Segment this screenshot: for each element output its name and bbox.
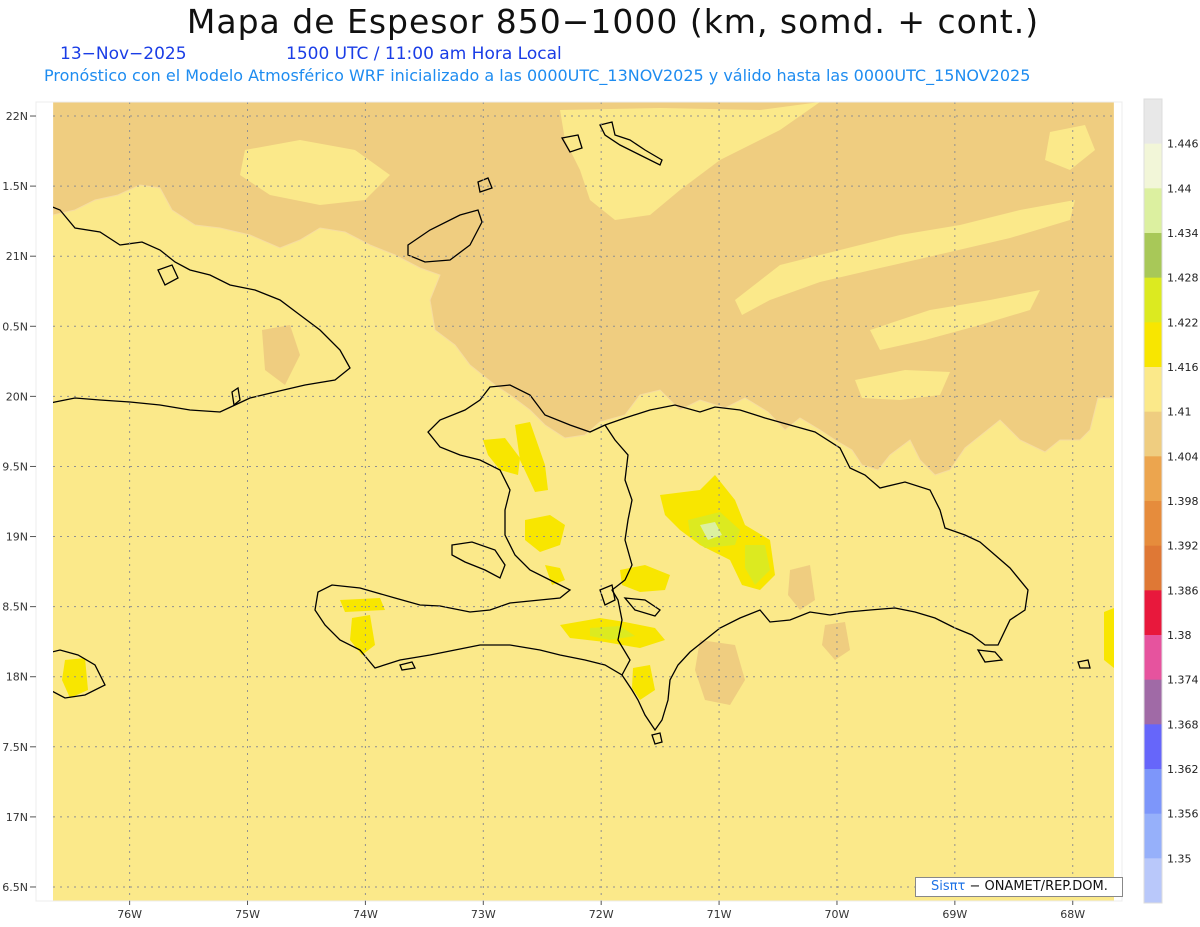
colorbar-label-6: 1.41 — [1167, 406, 1192, 419]
colorbar-swatch-2 — [1144, 188, 1162, 234]
y-tick-label-4: 20N — [6, 390, 28, 403]
y-tick-label-8: 18N — [6, 671, 28, 684]
y-tick-label-7: 8.5N — [2, 601, 28, 614]
y-axis: 22N 1.5N 21N 0.5N 20N 9.5N 19N 8.5N 18N 7.5N 17N 6.… — [2, 110, 36, 894]
thickness-map: 76W 75W 74W 73W 72W 71W 70W 69W 68W 22N 1.5N 21N 0.… — [2, 98, 1199, 921]
x-tick-label-4: 72W — [589, 908, 614, 921]
colorbar-label-15: 1.356 — [1167, 808, 1199, 821]
y-tick-label-10: 17N — [6, 811, 28, 824]
colorbar-swatch-4 — [1144, 277, 1162, 323]
colorbar-label-1: 1.44 — [1167, 182, 1192, 195]
colorbar-swatch-8 — [1144, 456, 1162, 502]
colorbar-label-8: 1.398 — [1167, 495, 1199, 508]
colorbar-swatch-15 — [1144, 769, 1162, 815]
colorbar-swatch-6 — [1144, 367, 1162, 413]
y-tick-label-5: 9.5N — [2, 460, 28, 473]
colorbar-swatch-7 — [1144, 411, 1162, 457]
colorbar: 1.446 1.44 1.434 1.428 1.422 1.416 1.41 1.404 1.… — [1143, 98, 1199, 904]
credit-box: Sisπτ − ONAMET/REP.DOM. — [915, 877, 1123, 897]
colorbar-swatch-17 — [1144, 858, 1162, 904]
x-tick-label-2: 74W — [353, 908, 378, 921]
y-tick-label-11: 6.5N — [2, 881, 28, 894]
y-tick-label-1: 1.5N — [2, 180, 28, 193]
x-tick-label-7: 69W — [942, 908, 967, 921]
colorbar-swatch-13 — [1144, 679, 1162, 725]
map-area — [53, 102, 1114, 901]
colorbar-swatch-11 — [1144, 590, 1162, 636]
x-axis: 76W 75W 74W 73W 72W 71W 70W 69W 68W — [117, 901, 1085, 921]
colorbar-label-16: 1.35 — [1167, 852, 1192, 865]
y-tick-label-6: 19N — [6, 531, 28, 544]
colorbar-label-2: 1.434 — [1167, 227, 1199, 240]
x-tick-label-6: 70W — [825, 908, 850, 921]
credit-brand: Sisπτ — [931, 879, 966, 894]
colorbar-label-9: 1.392 — [1167, 540, 1199, 553]
colorbar-label-5: 1.416 — [1167, 361, 1199, 374]
colorbar-label-0: 1.446 — [1167, 138, 1199, 151]
colorbar-label-7: 1.404 — [1167, 450, 1199, 463]
colorbar-label-10: 1.386 — [1167, 584, 1199, 597]
colorbar-swatch-14 — [1144, 724, 1162, 770]
y-tick-label-2: 21N — [6, 250, 28, 263]
x-tick-label-0: 76W — [117, 908, 142, 921]
colorbar-swatch-3 — [1144, 233, 1162, 279]
y-tick-label-9: 7.5N — [2, 741, 28, 754]
colorbar-label-14: 1.362 — [1167, 763, 1199, 776]
colorbar-label-12: 1.374 — [1167, 674, 1199, 687]
colorbar-swatch-1 — [1144, 143, 1162, 189]
x-tick-label-5: 71W — [707, 908, 732, 921]
colorbar-label-13: 1.368 — [1167, 718, 1199, 731]
colorbar-swatch-0 — [1144, 99, 1162, 145]
colorbar-swatch-10 — [1144, 545, 1162, 591]
colorbar-swatch-5 — [1144, 322, 1162, 368]
colorbar-swatch-16 — [1144, 813, 1162, 859]
x-tick-label-1: 75W — [235, 908, 260, 921]
colorbar-label-4: 1.422 — [1167, 316, 1199, 329]
colorbar-label-11: 1.38 — [1167, 629, 1192, 642]
x-tick-label-8: 68W — [1060, 908, 1085, 921]
y-tick-label-0: 22N — [6, 110, 28, 123]
colorbar-label-3: 1.428 — [1167, 272, 1199, 285]
x-tick-label-3: 73W — [471, 908, 496, 921]
credit-agency: − ONAMET/REP.DOM. — [969, 879, 1108, 894]
colorbar-swatch-9 — [1144, 501, 1162, 547]
colorbar-swatch-12 — [1144, 635, 1162, 681]
y-tick-label-3: 0.5N — [2, 320, 28, 333]
